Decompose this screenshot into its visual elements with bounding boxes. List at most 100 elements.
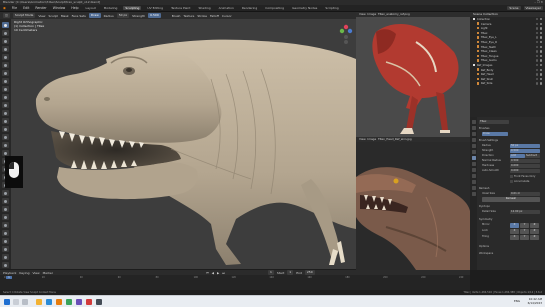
render-camera-icon[interactable] (535, 22, 538, 26)
edge-browser-icon[interactable] (46, 299, 52, 305)
workspace-tab-shading[interactable]: Shading (196, 6, 212, 10)
end-frame-field[interactable]: 250 (304, 270, 315, 275)
start-button-icon[interactable] (4, 299, 10, 305)
boundary-tool-icon[interactable] (2, 206, 9, 212)
fill-tool-icon[interactable] (2, 110, 9, 116)
workspace-tab-animation[interactable]: Animation (217, 6, 236, 10)
smooth-tool-icon[interactable] (2, 94, 9, 100)
mask-tool-icon[interactable] (2, 230, 9, 236)
menu-face-sets[interactable]: Face Sets (72, 14, 86, 18)
visibility-eye-icon[interactable] (539, 45, 542, 49)
image-editor-skin-ref[interactable]: View Image TRex_Head_Ref_skin.jpg (356, 137, 470, 270)
multiplane-scrape-tool-icon[interactable] (2, 126, 9, 132)
jump-start-icon[interactable]: ⏮ (206, 271, 209, 275)
tiling-y-toggle[interactable]: Y (520, 235, 529, 240)
search-icon[interactable] (13, 299, 19, 305)
visibility-eye-icon[interactable] (539, 77, 542, 81)
render-camera-icon[interactable] (535, 54, 538, 58)
clay-tool-icon[interactable] (2, 38, 9, 44)
visibility-eye-icon[interactable] (539, 27, 542, 30)
menu-mask[interactable]: Mask (61, 14, 69, 18)
chrome-app-icon[interactable] (66, 299, 72, 305)
flatten-tool-icon[interactable] (2, 102, 9, 108)
render-camera-icon[interactable] (535, 45, 538, 49)
radius-field[interactable]: 50 px (116, 13, 130, 18)
draw-sharp-tool-icon[interactable] (2, 30, 9, 36)
object-tab-icon[interactable] (471, 156, 476, 160)
start-frame-field[interactable]: 1 (287, 270, 294, 275)
workspace-tab-sculpting[interactable]: Sculpting (123, 6, 142, 10)
detail-size-field[interactable]: 12.00 px (510, 210, 540, 214)
view-layer-tab-icon[interactable] (471, 138, 476, 142)
render-camera-icon[interactable] (535, 50, 538, 53)
material-tab-icon[interactable] (471, 186, 476, 190)
timeline-ruler[interactable]: 0 20 40 60 80 100 120 140 160 180 200 220 240 (4, 276, 464, 279)
workspace-section-header[interactable]: Workspace (479, 252, 493, 255)
visibility-eye-icon[interactable] (539, 18, 542, 21)
slide-relax-tool-icon[interactable] (2, 198, 9, 204)
header-stroke-menu[interactable]: Stroke (197, 14, 207, 18)
visibility-eye-icon[interactable] (539, 82, 542, 85)
direction-subtract-button[interactable]: Subtract (525, 154, 540, 158)
editor-type-icon[interactable]: ◫ (3, 13, 10, 18)
render-camera-icon[interactable] (535, 77, 538, 81)
workspace-tab-uv-editing[interactable]: UV Editing (145, 6, 165, 10)
render-camera-icon[interactable] (535, 36, 538, 39)
workspace-tab-scripting[interactable]: Scripting (323, 6, 340, 10)
simplify-tool-icon[interactable] (2, 222, 9, 228)
layer-tool-icon[interactable] (2, 62, 9, 68)
remesh-section-header[interactable]: Remesh (479, 187, 489, 190)
terminal-app-icon[interactable] (96, 299, 102, 305)
render-camera-icon[interactable] (535, 59, 538, 62)
autosmooth-field[interactable]: 0.000 (510, 169, 540, 173)
visibility-eye-icon[interactable] (539, 50, 542, 53)
strength-field[interactable]: 0.500 (148, 13, 161, 18)
visibility-eye-icon[interactable] (539, 22, 542, 26)
3d-viewport[interactable]: Right Orthographic (1) Collection | TRex… (11, 19, 356, 269)
render-camera-icon[interactable] (535, 18, 538, 21)
texture-tab-icon[interactable] (471, 192, 476, 196)
blender-app-icon[interactable] (56, 299, 62, 305)
header-brush-menu[interactable]: Brush (172, 14, 181, 18)
header-cursor-menu[interactable]: Cursor (222, 14, 232, 18)
render-camera-icon[interactable] (535, 41, 538, 44)
strength-field[interactable]: 0.500 (510, 149, 540, 153)
visibility-eye-icon[interactable] (539, 41, 542, 44)
menu-window[interactable]: Window (52, 6, 67, 10)
tiling-z-toggle[interactable]: Z (530, 235, 539, 240)
visibility-eye-icon[interactable] (539, 31, 542, 35)
mirror-y-toggle[interactable]: Y (520, 223, 529, 228)
visibility-eye-icon[interactable] (539, 64, 542, 67)
normal-radius-field[interactable]: 0.500 (510, 159, 540, 163)
annotate-tool-icon[interactable] (2, 262, 9, 268)
voxel-size-field[interactable]: 0.01 m (510, 192, 540, 196)
transform-tool-icon[interactable] (2, 254, 9, 260)
direction-add-button[interactable]: Add (510, 154, 525, 158)
lock-y-toggle[interactable]: Y (520, 229, 529, 234)
brush-settings-section-header[interactable]: Brush Settings (479, 139, 498, 142)
constraints-tab-icon[interactable] (471, 174, 476, 178)
brush-datablock[interactable]: Draw (482, 132, 508, 136)
inflate-tool-icon[interactable] (2, 70, 9, 76)
render-camera-icon[interactable] (535, 27, 538, 30)
playhead[interactable]: 1 (6, 276, 12, 280)
menu-sculpt[interactable]: Sculpt (48, 14, 57, 18)
workspace-tab-rendering[interactable]: Rendering (240, 6, 259, 10)
pinch-tool-icon[interactable] (2, 134, 9, 140)
output-tab-icon[interactable] (471, 132, 476, 136)
menu-view[interactable]: View (38, 14, 45, 18)
physics-tab-icon[interactable] (471, 168, 476, 172)
discord-app-icon[interactable] (76, 299, 82, 305)
mirror-x-toggle[interactable]: X (510, 223, 519, 228)
render-camera-icon[interactable] (535, 31, 538, 35)
visibility-eye-icon[interactable] (539, 36, 542, 39)
tiling-x-toggle[interactable]: X (510, 235, 519, 240)
workspace-tab-geometry-nodes[interactable]: Geometry Nodes (290, 6, 319, 10)
header-falloff-menu[interactable]: Falloff (210, 14, 219, 18)
mirror-z-toggle[interactable]: Z (530, 223, 539, 228)
tool-tab-icon[interactable] (471, 120, 476, 124)
render-camera-icon[interactable] (535, 64, 538, 67)
jump-end-icon[interactable]: ⏭ (222, 271, 225, 275)
workspace-tab-layout[interactable]: Layout (84, 6, 98, 10)
scrape-tool-icon[interactable] (2, 118, 9, 124)
